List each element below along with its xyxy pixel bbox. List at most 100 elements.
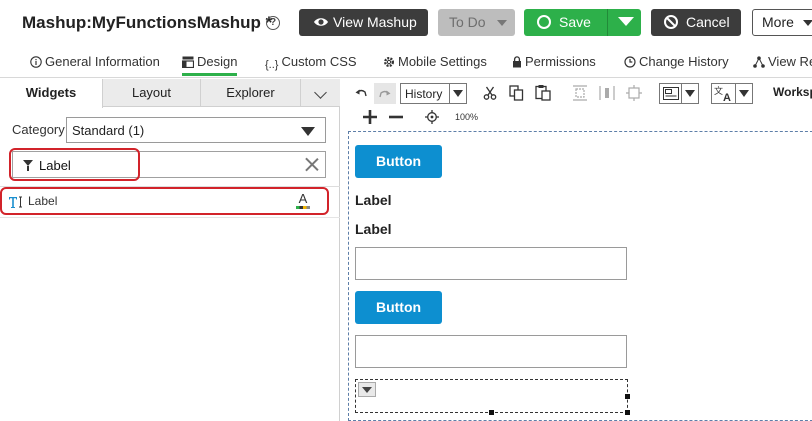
redo-button[interactable] — [374, 83, 396, 104]
paste-icon[interactable] — [535, 84, 551, 101]
tab-permissions[interactable]: Permissions — [512, 54, 596, 76]
chevron-down-icon — [301, 127, 315, 136]
canvas-label-widget[interactable]: Label — [355, 192, 392, 208]
panel-tab-layout[interactable]: Layout — [103, 79, 201, 107]
widget-filter-input[interactable] — [39, 156, 299, 174]
copy-icon[interactable] — [509, 85, 524, 101]
layout-mode-select[interactable] — [659, 83, 699, 104]
category-select[interactable]: Standard (1) — [66, 117, 326, 143]
save-divider — [607, 9, 608, 36]
mashup-name: MyFunctionsMashup * — [91, 13, 273, 32]
todo-button[interactable]: To Do — [438, 9, 515, 36]
info-circle-icon — [30, 56, 42, 68]
chevron-down-icon — [685, 90, 695, 97]
chevron-down-icon — [362, 387, 372, 393]
zoom-out-icon[interactable] — [388, 109, 404, 125]
relationship-icon — [753, 56, 765, 68]
undo-icon[interactable] — [355, 87, 367, 99]
redo-icon — [379, 90, 391, 98]
zoom-level: 100% — [455, 112, 479, 122]
resize-handle[interactable] — [489, 410, 494, 415]
design-toolbar: History 文A Worksp 100% — [341, 79, 812, 129]
zoom-fit-icon[interactable] — [425, 110, 439, 124]
zoom-in-icon[interactable] — [362, 109, 378, 125]
canvas-textbox-widget[interactable] — [355, 335, 627, 368]
view-mashup-button[interactable]: View Mashup — [299, 9, 428, 36]
widget-item-label[interactable]: Label A — [0, 190, 340, 214]
chevron-down-icon — [497, 20, 507, 26]
cut-icon[interactable] — [483, 86, 497, 100]
widget-filter — [12, 151, 326, 178]
panel-tab-widgets[interactable]: Widgets — [0, 79, 103, 108]
chevron-down-icon[interactable] — [314, 86, 327, 99]
align-top-icon[interactable] — [573, 85, 587, 101]
svg-text:A: A — [723, 92, 731, 102]
resize-handle[interactable] — [625, 410, 630, 415]
mashup-header: Mashup:MyFunctionsMashup * ? View Mashup… — [0, 0, 812, 46]
tab-label: Custom CSS — [281, 54, 357, 69]
mashup-canvas[interactable]: Button Label Label Button — [348, 131, 812, 421]
circle-icon — [537, 15, 551, 29]
dropdown-button[interactable] — [358, 382, 376, 397]
save-options-chevron-icon[interactable] — [618, 17, 634, 26]
canvas-button-widget[interactable]: Button — [355, 291, 442, 324]
divider — [0, 217, 340, 218]
filter-icon — [23, 160, 33, 171]
localization-select[interactable]: 文A — [711, 83, 753, 104]
align-middle-icon[interactable] — [599, 85, 615, 101]
eye-icon — [314, 18, 328, 26]
history-dropdown-button[interactable] — [449, 84, 466, 103]
widgets-panel: Widgets Layout Explorer Category Standar… — [0, 79, 340, 421]
more-button[interactable]: More — [752, 9, 812, 36]
clock-icon — [624, 56, 636, 68]
tab-label: Design — [197, 54, 238, 69]
tab-label: General Information — [45, 54, 160, 69]
tab-label: Permissions — [525, 54, 596, 69]
tab-label: View Re — [768, 54, 812, 69]
svg-text:A: A — [299, 192, 308, 206]
lock-icon — [513, 56, 521, 68]
more-label: More — [762, 14, 794, 30]
canvas-label-widget[interactable]: Label — [355, 221, 392, 237]
category-label: Category — [12, 122, 65, 137]
canvas-dropdown-widget[interactable] — [355, 379, 628, 413]
chevron-down-icon — [453, 90, 463, 97]
label-widget-icon — [9, 196, 22, 208]
save-button[interactable]: Save — [524, 9, 641, 36]
layout-mode-icon — [663, 87, 679, 100]
canvas-button-widget[interactable]: Button — [355, 145, 442, 178]
divider — [681, 84, 682, 103]
translate-icon: 文A — [714, 85, 731, 102]
panel-tabs: Widgets Layout Explorer — [0, 79, 340, 108]
tab-general-information[interactable]: General Information — [30, 54, 160, 76]
gear-icon — [384, 57, 394, 67]
history-label: History — [405, 87, 443, 101]
page-title: Mashup:MyFunctionsMashup * — [22, 13, 272, 33]
save-label: Save — [559, 14, 591, 30]
text-style-icon: A — [296, 192, 310, 209]
svg-text:文: 文 — [714, 85, 723, 96]
tab-view-relationships[interactable]: View Re — [753, 54, 812, 76]
todo-label: To Do — [449, 14, 486, 30]
cancel-button[interactable]: Cancel — [651, 9, 741, 36]
panel-tab-explorer[interactable]: Explorer — [201, 79, 301, 107]
view-mashup-label: View Mashup — [333, 14, 417, 30]
canvas-textbox-widget[interactable] — [355, 247, 627, 280]
history-select[interactable]: History — [400, 83, 467, 104]
ban-icon — [664, 15, 678, 29]
workspace-label[interactable]: Worksp — [773, 85, 812, 99]
title-prefix: Mashup: — [22, 13, 92, 32]
tab-mobile-settings[interactable]: Mobile Settings — [383, 54, 487, 76]
tab-design[interactable]: Design — [182, 54, 238, 76]
tab-custom-css[interactable]: {..} Custom CSS — [265, 54, 357, 76]
center-icon[interactable] — [626, 85, 642, 101]
tab-label: Mobile Settings — [398, 54, 487, 69]
resize-handle[interactable] — [625, 394, 630, 399]
mashup-tabs: General Information Design {..} Custom CS… — [0, 50, 812, 78]
help-icon[interactable]: ? — [266, 16, 280, 30]
chevron-down-icon — [803, 20, 812, 26]
widget-item-text: Label — [28, 194, 58, 208]
css-braces-icon: {..} — [265, 59, 279, 71]
clear-icon[interactable] — [305, 157, 319, 171]
tab-change-history[interactable]: Change History — [624, 54, 729, 76]
